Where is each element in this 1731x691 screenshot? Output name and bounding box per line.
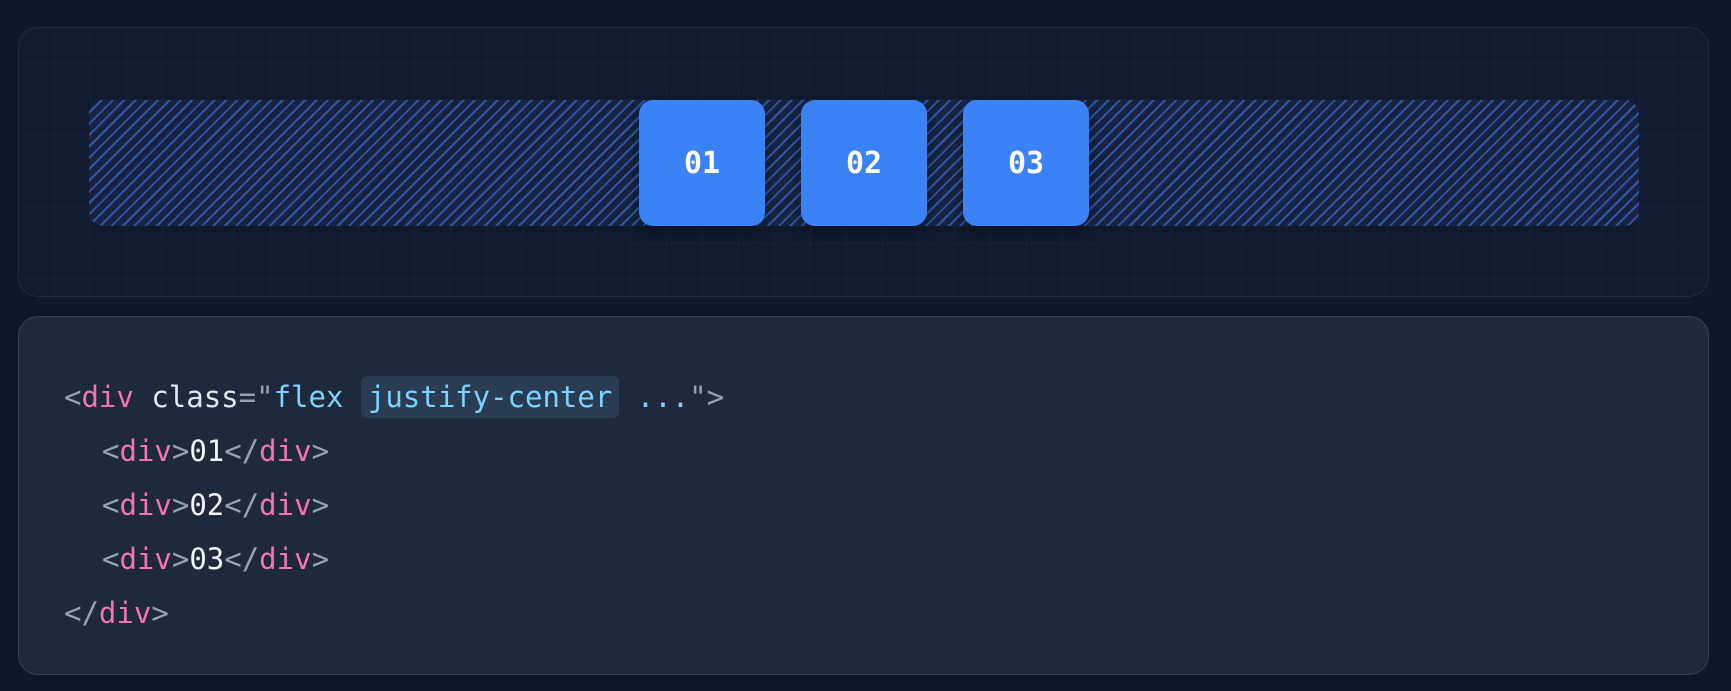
code-close-lt: </ xyxy=(224,488,260,522)
code-line-open: <div class="flex justify-center ..."> xyxy=(64,370,1708,424)
code-text: 01 xyxy=(189,434,225,468)
code-close-gt: > xyxy=(151,596,169,630)
code-line-child-02: <div>02</div> xyxy=(64,478,1708,532)
code-tag: div xyxy=(119,434,172,468)
code-lt: < xyxy=(102,434,120,468)
code-close-gt: > xyxy=(311,434,330,468)
code-gt: > xyxy=(171,434,190,468)
code-line-child-03: <div>03</div> xyxy=(64,532,1708,586)
code-text: 03 xyxy=(189,542,225,576)
code-class-highlight: justify-center xyxy=(360,376,620,418)
flex-item-03: 03 xyxy=(963,100,1089,226)
code-close-lt: </ xyxy=(224,542,260,576)
code-block: <div class="flex justify-center ..."> <d… xyxy=(18,316,1709,675)
code-close-tag: div xyxy=(259,488,312,522)
code-quote-open: " xyxy=(256,380,274,414)
code-gt: > xyxy=(171,488,190,522)
code-close-gt: > xyxy=(311,488,330,522)
code-lt: < xyxy=(102,542,120,576)
code-gt: > xyxy=(171,542,190,576)
code-quote-close: " xyxy=(689,380,707,414)
flex-container-track: 01 02 03 xyxy=(89,100,1639,226)
code-close-tag: div xyxy=(259,434,312,468)
code-close-gt: > xyxy=(311,542,330,576)
code-close-lt: </ xyxy=(64,596,99,630)
flex-item-02: 02 xyxy=(801,100,927,226)
preview-panel: 01 02 03 xyxy=(18,27,1709,297)
flex-item-01: 01 xyxy=(639,100,765,226)
code-attr-name: class xyxy=(133,380,239,414)
code-close-lt: </ xyxy=(224,434,260,468)
code-line-close: </div> xyxy=(64,586,1708,640)
code-tag: div xyxy=(119,542,172,576)
code-text: 02 xyxy=(189,488,225,522)
code-gt: > xyxy=(706,380,725,414)
code-line-child-01: <div>01</div> xyxy=(64,424,1708,478)
code-class-rest: ... xyxy=(619,380,690,414)
code-tag: div xyxy=(119,488,172,522)
code-close-tag: div xyxy=(98,596,152,630)
code-close-tag: div xyxy=(259,542,312,576)
code-equals: = xyxy=(238,380,257,414)
code-lt: < xyxy=(64,380,82,414)
code-tag: div xyxy=(81,380,134,414)
code-lt: < xyxy=(102,488,120,522)
code-class-flex: flex xyxy=(273,380,361,414)
